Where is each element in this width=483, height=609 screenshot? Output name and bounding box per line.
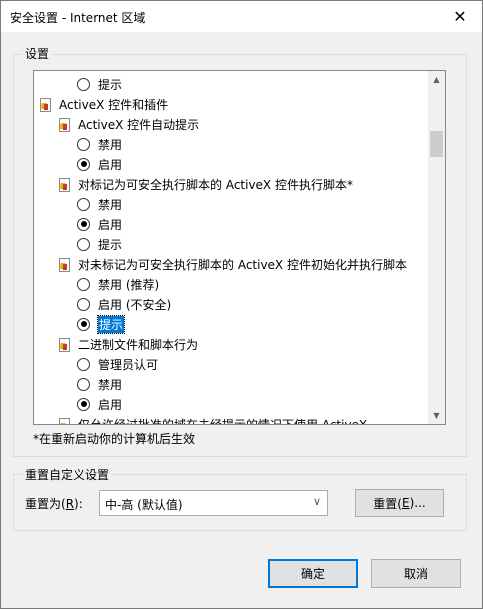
settings-doc-icon (58, 417, 70, 424)
setting-label: ActiveX 控件自动提示 (78, 117, 200, 132)
setting-option[interactable]: 提示 (77, 314, 126, 334)
settings-doc-icon (39, 97, 51, 112)
setting-option[interactable]: 启用 (不安全) (77, 294, 171, 314)
title-bar: 安全设置 - Internet 区域 ✕ (1, 1, 482, 32)
chevron-up-icon: ▲ (433, 75, 440, 84)
setting-option[interactable]: 禁用 (77, 374, 122, 394)
setting-label: 启用 (98, 217, 123, 232)
chevron-down-icon: ▼ (433, 411, 440, 420)
setting-label: 禁用 (98, 137, 123, 152)
radio-unchecked-icon[interactable] (77, 237, 90, 251)
radio-unchecked-icon[interactable] (77, 197, 90, 211)
settings-tree-items: 提示 ActiveX 控件和插件 ActiveX 控件自动提示 禁用 启用 对标记为可安全… (34, 71, 427, 424)
vertical-scrollbar[interactable]: ▲ ▼ (428, 71, 445, 424)
setting-label: ActiveX 控件和插件 (59, 97, 169, 112)
setting-label: 对标记为可安全执行脚本的 ActiveX 控件执行脚本* (78, 177, 353, 192)
setting-option[interactable]: 启用 (77, 394, 122, 414)
setting-option[interactable]: 管理员认可 (77, 354, 158, 374)
setting-group-item: 二进制文件和脚本行为 (58, 334, 198, 354)
scroll-up-button[interactable]: ▲ (428, 71, 445, 88)
window-title: 安全设置 - Internet 区域 (10, 11, 146, 25)
settings-group-label: 设置 (22, 45, 53, 62)
settings-tree[interactable]: 提示 ActiveX 控件和插件 ActiveX 控件自动提示 禁用 启用 对标记为可安全… (33, 70, 446, 425)
setting-label: 启用 (不安全) (98, 297, 172, 312)
settings-doc-icon (58, 117, 70, 132)
radio-unchecked-icon[interactable] (77, 277, 90, 291)
scroll-down-button[interactable]: ▼ (428, 407, 445, 424)
setting-option[interactable]: 提示 (77, 74, 122, 94)
setting-option[interactable]: 启用 (77, 214, 122, 234)
reset-to-label: 重置为(R): (25, 497, 83, 511)
setting-label: 启用 (98, 157, 123, 172)
radio-unchecked-icon[interactable] (77, 297, 90, 311)
close-icon: ✕ (453, 7, 467, 26)
settings-doc-icon (58, 257, 70, 272)
reset-group-label: 重置自定义设置 (22, 466, 113, 483)
reset-level-value: 中-高 (默认值) (105, 498, 183, 512)
setting-label: 提示 (96, 314, 126, 334)
radio-checked-icon[interactable] (77, 157, 90, 171)
setting-group-item: ActiveX 控件和插件 (39, 94, 168, 114)
settings-doc-icon (58, 177, 70, 192)
radio-unchecked-icon[interactable] (77, 77, 90, 91)
setting-group-item: 对未标记为可安全执行脚本的 ActiveX 控件初始化并执行脚本 (58, 254, 407, 274)
setting-label: 二进制文件和脚本行为 (78, 337, 199, 352)
radio-checked-icon[interactable] (77, 317, 90, 331)
scroll-thumb[interactable] (430, 131, 443, 157)
setting-option[interactable]: 禁用 (77, 134, 122, 154)
settings-doc-icon (58, 337, 70, 352)
setting-label: 管理员认可 (98, 357, 159, 372)
radio-unchecked-icon[interactable] (77, 137, 90, 151)
setting-label: 禁用 (98, 197, 123, 212)
setting-option[interactable]: 禁用 (77, 194, 122, 214)
reset-button[interactable]: 重置(E)... (355, 489, 444, 517)
setting-option[interactable]: 禁用 (推荐) (77, 274, 159, 294)
radio-checked-icon[interactable] (77, 217, 90, 231)
radio-unchecked-icon[interactable] (77, 357, 90, 371)
reset-level-select[interactable]: 中-高 (默认值) ∨ (99, 490, 328, 516)
setting-label: 提示 (98, 77, 123, 92)
setting-label: 仅允许经过批准的域在未经提示的情况下使用 ActiveX (78, 416, 367, 425)
setting-group-item: 仅允许经过批准的域在未经提示的情况下使用 ActiveX (58, 414, 367, 424)
restart-footnote: *在重新启动你的计算机后生效 (33, 432, 196, 446)
setting-group-item: ActiveX 控件自动提示 (58, 114, 199, 134)
ok-button[interactable]: 确定 (268, 559, 358, 588)
radio-checked-icon[interactable] (77, 397, 90, 411)
chevron-down-icon: ∨ (312, 495, 321, 508)
close-button[interactable]: ✕ (438, 1, 482, 32)
setting-label: 对未标记为可安全执行脚本的 ActiveX 控件初始化并执行脚本 (78, 257, 407, 272)
setting-group-item: 对标记为可安全执行脚本的 ActiveX 控件执行脚本* (58, 174, 353, 194)
setting-label: 启用 (98, 397, 123, 412)
setting-label: 提示 (98, 237, 123, 252)
radio-unchecked-icon[interactable] (77, 377, 90, 391)
setting-label: 禁用 (推荐) (98, 277, 160, 292)
setting-option[interactable]: 提示 (77, 234, 122, 254)
setting-label: 禁用 (98, 377, 123, 392)
cancel-button[interactable]: 取消 (371, 559, 461, 588)
setting-option[interactable]: 启用 (77, 154, 122, 174)
